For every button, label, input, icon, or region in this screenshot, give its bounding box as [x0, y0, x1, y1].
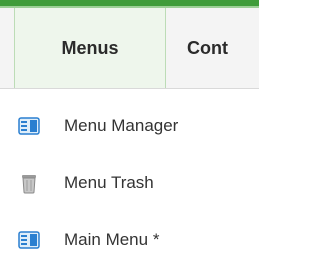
menu-icon	[18, 229, 40, 251]
dropdown-item-main-menu[interactable]: Main Menu *	[0, 211, 259, 269]
dropdown-item-menu-manager[interactable]: Menu Manager	[0, 97, 259, 155]
menu-tab-menus-label: Menus	[61, 37, 119, 58]
menus-dropdown: Menu Manager Menu Trash Main Menu *	[0, 89, 259, 271]
trash-can-icon	[18, 172, 40, 194]
dropdown-item-label: Menu Manager	[64, 116, 179, 135]
menu-tab-content[interactable]: Cont	[166, 8, 266, 88]
dropdown-item-label: Main Menu *	[64, 230, 160, 249]
menu-tab-content-label: Cont	[187, 37, 228, 58]
main-menubar: Menus Cont	[0, 8, 259, 89]
dropdown-item-label: Menu Trash	[64, 173, 154, 192]
menu-manager-icon	[18, 115, 40, 137]
dropdown-item-menu-trash[interactable]: Menu Trash	[0, 154, 259, 212]
menu-tab-menus[interactable]: Menus	[14, 8, 166, 88]
